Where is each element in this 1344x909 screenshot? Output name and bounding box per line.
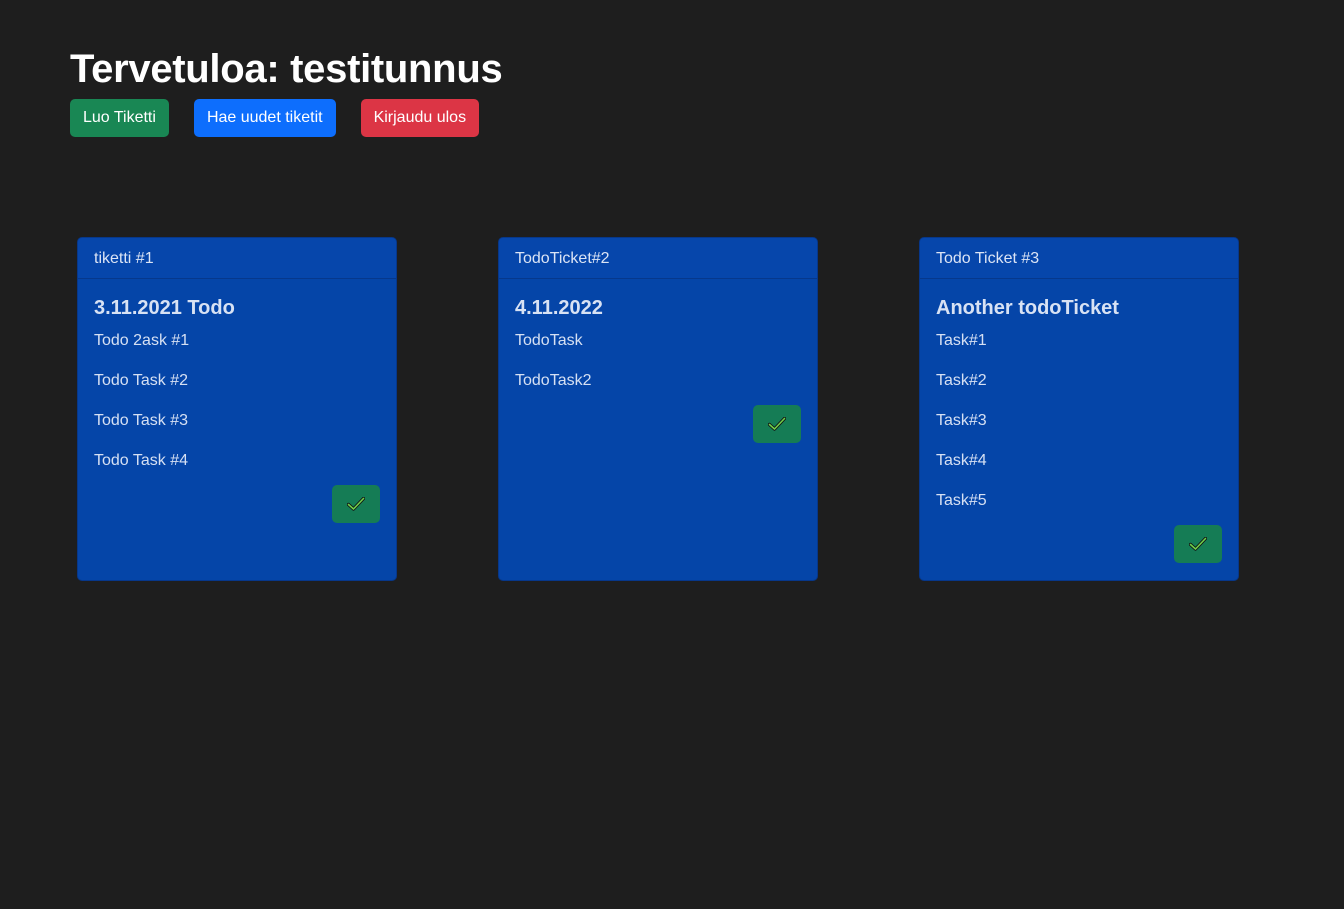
task-item: Todo Task #4	[94, 452, 188, 469]
done-row	[936, 525, 1222, 563]
done-row	[94, 485, 380, 523]
task-item: Todo 2ask #1	[94, 332, 190, 349]
ticket-header: tiketti #1	[78, 238, 396, 279]
ticket-body: Another todoTicket Task#1 Task#2 Task#3 …	[920, 279, 1238, 563]
task-item: Todo Task #2	[94, 372, 188, 389]
welcome-title: Tervetuloa: testitunnus	[70, 47, 503, 91]
task-item: TodoTask2	[515, 372, 592, 389]
ticket-header: Todo Ticket #3	[920, 238, 1238, 279]
task-item: Task#3	[936, 412, 987, 429]
action-buttons: Luo Tiketti Hae uudet tiketit Kirjaudu u…	[70, 99, 502, 137]
ticket-list: tiketti #1 3.11.2021 Todo Todo 2ask #1 T…	[77, 237, 1239, 581]
fetch-tickets-button[interactable]: Hae uudet tiketit	[193, 99, 336, 137]
task-item: Todo Task #3	[94, 412, 188, 429]
checkmark-icon	[347, 497, 365, 511]
mark-done-button[interactable]	[753, 405, 801, 443]
create-ticket-button[interactable]: Luo Tiketti	[70, 99, 169, 137]
checkmark-icon	[768, 417, 786, 431]
page-header: Tervetuloa: testitunnus Luo Tiketti Hae …	[70, 44, 503, 137]
ticket-card: tiketti #1 3.11.2021 Todo Todo 2ask #1 T…	[77, 237, 397, 581]
ticket-card: Todo Ticket #3 Another todoTicket Task#1…	[919, 237, 1239, 581]
ticket-title: Another todoTicket	[936, 297, 1119, 319]
checkmark-icon	[1189, 537, 1207, 551]
ticket-header: TodoTicket#2	[499, 238, 817, 279]
done-row	[515, 405, 801, 443]
logout-button[interactable]: Kirjaudu ulos	[360, 99, 480, 137]
ticket-card: TodoTicket#2 4.11.2022 TodoTask TodoTask…	[498, 237, 818, 581]
ticket-title: 4.11.2022	[515, 297, 603, 319]
mark-done-button[interactable]	[332, 485, 380, 523]
task-item: Task#4	[936, 452, 987, 469]
ticket-body: 3.11.2021 Todo Todo 2ask #1 Todo Task #2…	[78, 279, 396, 523]
task-item: Task#1	[936, 332, 987, 349]
task-item: Task#5	[936, 492, 987, 509]
task-item: Task#2	[936, 372, 987, 389]
task-item: TodoTask	[515, 332, 583, 349]
mark-done-button[interactable]	[1174, 525, 1222, 563]
ticket-body: 4.11.2022 TodoTask TodoTask2	[499, 279, 817, 443]
ticket-title: 3.11.2021 Todo	[94, 297, 235, 319]
